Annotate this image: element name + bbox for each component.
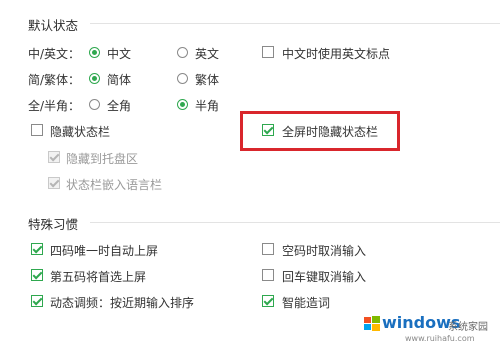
radio-fullwidth[interactable] xyxy=(89,99,100,110)
full-half-label: 全/半角： xyxy=(28,99,81,113)
checkbox-english-punct-label[interactable]: 中文时使用英文标点 xyxy=(282,45,390,62)
checkbox-habit-1-label[interactable]: 空码时取消输入 xyxy=(282,242,366,259)
checkbox-habit-5[interactable] xyxy=(262,295,274,307)
checkbox-hide-to-tray-label[interactable]: 隐藏到托盘区 xyxy=(66,150,138,167)
radio-traditional[interactable] xyxy=(177,73,188,84)
section-divider xyxy=(90,23,500,24)
checkbox-habit-0[interactable] xyxy=(31,243,43,255)
checkbox-english-punct[interactable] xyxy=(262,46,274,58)
section-title-default-state: 默认状态 xyxy=(28,18,79,33)
checkbox-habit-1[interactable] xyxy=(262,243,274,255)
radio-traditional-label[interactable]: 繁体 xyxy=(195,71,219,88)
simp-trad-label: 简/繁体： xyxy=(28,73,81,87)
checkbox-embed-langbar-label[interactable]: 状态栏嵌入语言栏 xyxy=(66,176,162,193)
checkbox-habit-2-label[interactable]: 第五码将首选上屏 xyxy=(50,268,146,285)
checkbox-hide-statusbar-label[interactable]: 隐藏状态栏 xyxy=(50,123,110,140)
checkbox-hide-to-tray[interactable] xyxy=(48,151,60,163)
watermark-url: www.ruihafu.com xyxy=(405,334,475,343)
checkbox-habit-4-label[interactable]: 动态调频：按近期输入排序 xyxy=(50,294,194,311)
cn-en-label: 中/英文： xyxy=(28,47,81,61)
checkbox-habit-0-label[interactable]: 四码唯一时自动上屏 xyxy=(50,242,158,259)
checkbox-habit-4[interactable] xyxy=(31,295,43,307)
radio-english[interactable] xyxy=(177,47,188,58)
checkbox-hide-statusbar[interactable] xyxy=(31,124,43,136)
section-title-special-habits: 特殊习惯 xyxy=(28,217,79,232)
checkbox-habit-2[interactable] xyxy=(31,269,43,281)
checkbox-habit-5-label[interactable]: 智能造词 xyxy=(282,294,330,311)
windows-logo-icon xyxy=(364,316,380,331)
checkbox-embed-langbar[interactable] xyxy=(48,177,60,189)
radio-chinese-label[interactable]: 中文 xyxy=(107,45,131,62)
watermark-subtitle: 系统家园 xyxy=(448,322,488,333)
checkbox-habit-3[interactable] xyxy=(262,269,274,281)
radio-simplified[interactable] xyxy=(89,73,100,84)
section-divider xyxy=(90,222,500,223)
radio-simplified-label[interactable]: 简体 xyxy=(107,71,131,88)
radio-chinese[interactable] xyxy=(89,47,100,58)
checkbox-fullscreen-hide-statusbar[interactable] xyxy=(262,124,274,136)
radio-english-label[interactable]: 英文 xyxy=(195,45,219,62)
checkbox-fullscreen-hide-statusbar-label[interactable]: 全屏时隐藏状态栏 xyxy=(282,123,378,140)
radio-fullwidth-label[interactable]: 全角 xyxy=(107,97,131,114)
checkbox-habit-3-label[interactable]: 回车键取消输入 xyxy=(282,268,366,285)
radio-halfwidth[interactable] xyxy=(177,99,188,110)
radio-halfwidth-label[interactable]: 半角 xyxy=(195,97,219,114)
